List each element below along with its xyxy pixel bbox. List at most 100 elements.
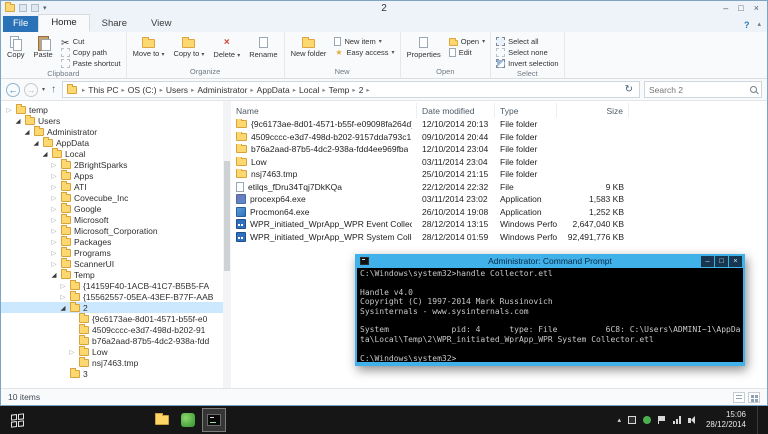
cmd-window-icon[interactable] — [360, 257, 369, 265]
tree-item[interactable]: ▷ 2BrightSparks — [1, 159, 231, 170]
select-all-button[interactable]: Select all — [494, 37, 560, 46]
expand-icon[interactable]: ▷ — [50, 183, 58, 191]
explorer-titlebar[interactable]: ▾ 2 – □ × — [1, 1, 767, 15]
tree-scrollbar[interactable] — [223, 101, 231, 388]
expand-icon[interactable]: ▷ — [50, 249, 58, 257]
expand-icon[interactable]: ▷ — [59, 293, 67, 301]
expand-icon[interactable]: ▷ — [50, 194, 58, 202]
tab-share[interactable]: Share — [90, 16, 139, 32]
breadcrumb-segment[interactable]: OS (C:) — [126, 85, 159, 95]
tree-item[interactable]: ▷ ScannerUI — [1, 258, 231, 269]
collapse-icon[interactable]: ◢ — [41, 150, 49, 158]
paste-button[interactable]: Paste — [31, 34, 56, 59]
tree-item[interactable]: ▷ Low — [1, 346, 231, 357]
taskbar-green-app-icon[interactable] — [176, 408, 200, 432]
edit-button[interactable]: Edit — [447, 48, 487, 57]
collapse-icon[interactable]: ◢ — [59, 304, 67, 312]
expand-icon[interactable]: ▷ — [59, 282, 67, 290]
forward-button[interactable]: → — [24, 82, 38, 97]
paste-shortcut-button[interactable]: Paste shortcut — [59, 59, 123, 68]
column-header-type[interactable]: Type — [495, 103, 557, 118]
tray-app-icon[interactable] — [627, 416, 636, 424]
collapse-icon[interactable]: ◢ — [50, 271, 58, 279]
tree-item[interactable]: ▷ Microsoft — [1, 214, 231, 225]
new-item-button[interactable]: New item ▾ — [332, 37, 396, 46]
file-row[interactable]: nsj7463.tmp 25/10/2014 21:15 File folder — [231, 168, 767, 181]
delete-button[interactable]: × Delete ▾ — [210, 34, 243, 59]
help-icon[interactable]: ? — [744, 20, 750, 30]
cmd-output[interactable]: C:\Windows\system32>handle Collector.etl… — [357, 268, 743, 362]
copy-to-button[interactable]: Copy to ▾ — [170, 34, 207, 58]
copy-path-button[interactable]: Copy path — [59, 48, 123, 57]
file-row[interactable]: Low 03/11/2014 23:04 File folder — [231, 156, 767, 169]
invert-selection-button[interactable]: Invert selection — [494, 59, 560, 68]
tree-item[interactable]: ▷ temp — [1, 104, 231, 115]
expand-icon[interactable]: ▷ — [50, 172, 58, 180]
collapse-icon[interactable]: ◢ — [23, 128, 31, 136]
tree-item[interactable]: ◢ Temp — [1, 269, 231, 280]
recent-locations-icon[interactable]: ▾ — [42, 86, 45, 93]
command-prompt-window[interactable]: Administrator: Command Prompt – □ × C:\W… — [355, 254, 745, 366]
breadcrumb-segment[interactable]: 2 — [357, 85, 366, 95]
minimize-button[interactable]: – — [723, 3, 728, 13]
expand-icon[interactable]: ▷ — [50, 260, 58, 268]
tree-item[interactable]: ▷ Programs — [1, 247, 231, 258]
easy-access-button[interactable]: ★ Easy access ▾ — [332, 48, 396, 57]
column-header-size[interactable]: Size — [557, 103, 629, 118]
qat-properties-icon[interactable] — [19, 4, 27, 12]
close-button[interactable]: × — [754, 3, 759, 13]
refresh-icon[interactable]: ↻ — [623, 84, 635, 95]
cmd-close-button[interactable]: × — [729, 255, 742, 267]
tree-item[interactable]: ◢ Local — [1, 148, 231, 159]
tree-item[interactable]: ▷ ATI — [1, 181, 231, 192]
file-row[interactable]: Procmon64.exe 26/10/2014 19:08 Application… — [231, 206, 767, 219]
show-desktop-button[interactable] — [757, 406, 762, 434]
breadcrumb-segment[interactable]: Administrator — [195, 85, 249, 95]
cmd-minimize-button[interactable]: – — [701, 255, 714, 267]
tab-file[interactable]: File — [3, 16, 39, 32]
rename-button[interactable]: Rename — [246, 34, 280, 59]
cmd-titlebar[interactable]: Administrator: Command Prompt – □ × — [357, 254, 743, 268]
breadcrumb-segment[interactable]: AppData — [255, 85, 292, 95]
ribbon-collapse-icon[interactable]: ▴ — [757, 20, 761, 30]
properties-button[interactable]: Properties — [404, 34, 444, 59]
column-header-name[interactable]: Name — [231, 103, 417, 118]
expand-icon[interactable]: ▷ — [50, 238, 58, 246]
hidden-icons-chevron-icon[interactable]: ▴ — [617, 416, 621, 424]
tree-item[interactable]: ▷ {14159F40-1ACB-41C7-B5B5-FA — [1, 280, 231, 291]
details-view-button[interactable] — [733, 391, 745, 403]
breadcrumb-separator-icon[interactable]: ▸ — [365, 86, 370, 94]
expand-icon[interactable]: ▷ — [68, 348, 76, 356]
qat-customize-icon[interactable]: ▾ — [43, 4, 47, 12]
file-row[interactable]: WPR_initiated_WprApp_WPR System Collecto… — [231, 231, 767, 244]
expand-icon[interactable]: ▷ — [50, 205, 58, 213]
tree-item[interactable]: ◢ AppData — [1, 137, 231, 148]
file-row[interactable]: WPR_initiated_WprApp_WPR Event Collector… — [231, 218, 767, 231]
tab-home[interactable]: Home — [38, 14, 90, 32]
tree-scrollbar-thumb[interactable] — [224, 161, 230, 271]
expand-icon[interactable]: ▷ — [50, 161, 58, 169]
column-header-date-modified[interactable]: Date modified — [417, 103, 495, 118]
tree-item[interactable]: ◢ 2 — [1, 302, 231, 313]
breadcrumb-segment[interactable]: Local — [297, 85, 321, 95]
tree-item[interactable]: ▷ {15562557-05EA-43EF-B77F-AAB — [1, 291, 231, 302]
start-button[interactable] — [0, 406, 34, 434]
file-row[interactable]: etilqs_fDru34Tqj7DkKQa 22/12/2014 22:32 Fi… — [231, 181, 767, 194]
move-to-button[interactable]: Move to ▾ — [130, 34, 168, 58]
cmd-maximize-button[interactable]: □ — [715, 255, 728, 267]
large-icons-view-button[interactable] — [748, 391, 760, 403]
search-box[interactable] — [644, 81, 762, 98]
expand-icon[interactable]: ▷ — [5, 106, 13, 114]
maximize-button[interactable]: □ — [738, 3, 743, 13]
tab-view[interactable]: View — [139, 16, 183, 32]
volume-icon[interactable] — [687, 416, 695, 424]
breadcrumb-segment[interactable]: This PC — [86, 85, 120, 95]
file-row[interactable]: procexp64.exe 03/11/2014 23:02 Application… — [231, 193, 767, 206]
tree-item[interactable]: ▷ Packages — [1, 236, 231, 247]
collapse-icon[interactable]: ◢ — [14, 117, 22, 125]
tree-item[interactable]: ▷ Apps — [1, 170, 231, 181]
tree-item[interactable]: nsj7463.tmp — [1, 357, 231, 368]
tree-item[interactable]: 3 — [1, 368, 231, 379]
up-button[interactable]: ↑ — [49, 84, 58, 95]
qat-new-folder-icon[interactable] — [31, 4, 39, 12]
